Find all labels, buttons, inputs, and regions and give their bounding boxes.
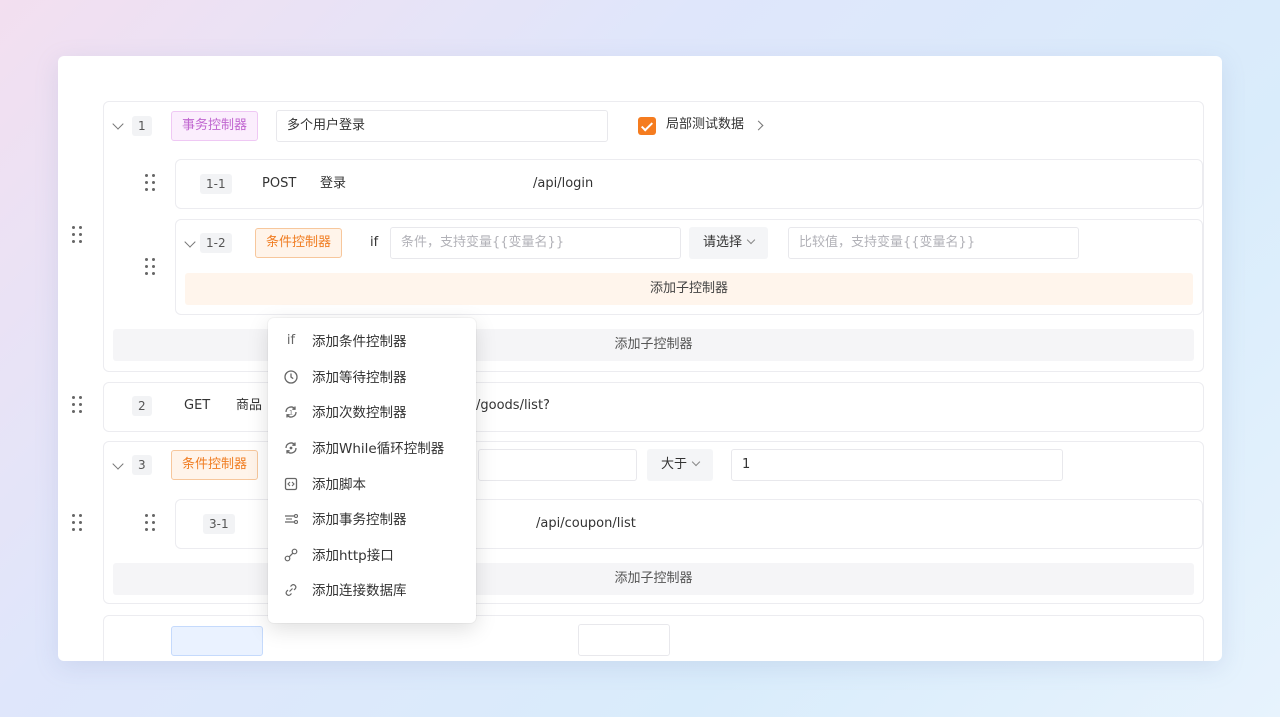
chevron-down-icon	[746, 235, 756, 245]
menu-item-label: 添加连接数据库	[312, 583, 407, 599]
menu-item-add-count[interactable]: 1 添加次数控制器	[268, 396, 476, 430]
api-name: 商品	[236, 398, 263, 413]
child-number: 3-1	[203, 514, 235, 534]
child-number: 1-2	[200, 233, 232, 253]
api-path: /goods/list?	[476, 398, 550, 413]
menu-item-label: 添加次数控制器	[312, 405, 407, 421]
controller-type-tag: 条件控制器	[171, 450, 259, 480]
operator-select[interactable]: 大于	[647, 449, 714, 481]
step-1-drag-handle[interactable]	[72, 226, 86, 246]
database-link-icon	[283, 582, 299, 598]
menu-item-label: 添加等待控制器	[312, 370, 407, 386]
menu-item-add-http[interactable]: 添加http接口	[268, 539, 476, 573]
code-icon	[283, 476, 299, 492]
http-method: POST	[262, 176, 297, 191]
repeat-count-icon: 1	[283, 404, 299, 420]
controller-type-tag: 事务控制器	[171, 111, 259, 141]
api-link-icon	[283, 547, 299, 563]
transaction-icon	[283, 511, 299, 527]
if-icon: if	[286, 333, 296, 348]
menu-item-add-transaction[interactable]: 添加事务控制器	[268, 503, 476, 537]
menu-item-label: 添加事务控制器	[312, 512, 407, 528]
api-path: /api/login	[533, 176, 594, 191]
controller-type-tag	[171, 626, 263, 656]
step-3-drag-handle[interactable]	[72, 514, 86, 534]
menu-item-add-while[interactable]: 添加While循环控制器	[268, 432, 476, 466]
condition-input[interactable]	[478, 449, 637, 481]
condition-input[interactable]: 条件，支持变量{{变量名}}	[390, 227, 681, 259]
menu-item-add-wait[interactable]: 添加等待控制器	[268, 361, 476, 395]
chevron-down-icon	[691, 457, 701, 467]
if-label: if	[370, 235, 379, 250]
menu-item-label: 添加http接口	[312, 548, 394, 564]
child-1-2-drag-handle[interactable]	[145, 258, 159, 278]
child-3-1-drag-handle[interactable]	[145, 514, 159, 534]
compare-value-input[interactable]: 比较值，支持变量{{变量名}}	[788, 227, 1079, 259]
menu-item-label: 添加条件控制器	[312, 334, 407, 350]
svg-text:1: 1	[289, 410, 293, 417]
operator-value: 大于	[661, 457, 688, 472]
menu-item-add-script[interactable]: 添加脚本	[268, 468, 476, 502]
menu-item-label: 添加While循环控制器	[312, 441, 445, 457]
menu-item-add-database[interactable]: 添加连接数据库	[268, 574, 476, 608]
controller-type-tag: 条件控制器	[255, 228, 343, 258]
step-number: 2	[132, 396, 152, 416]
local-data-checkbox[interactable]	[638, 117, 656, 135]
condition-input[interactable]	[578, 624, 670, 656]
child-number: 1-1	[200, 174, 232, 194]
operator-select[interactable]: 请选择	[689, 227, 769, 259]
menu-item-add-condition[interactable]: if 添加条件控制器	[268, 325, 476, 359]
http-method: GET	[184, 398, 211, 413]
add-controller-menu: if 添加条件控制器 添加等待控制器 1 添加次数控制器 添加While循环控制…	[268, 318, 476, 623]
operator-value: 请选择	[703, 235, 743, 250]
api-name: 登录	[320, 176, 347, 191]
add-child-controller-button[interactable]: 添加子控制器	[185, 273, 1193, 305]
menu-item-label: 添加脚本	[312, 477, 366, 493]
step-editor-card: 1 事务控制器 多个用户登录 局部测试数据 1-1 POST 登录 /api/l…	[58, 56, 1222, 661]
compare-value-input[interactable]: 1	[731, 449, 1063, 481]
clock-icon	[283, 369, 299, 385]
loop-icon	[283, 440, 299, 456]
local-data-label[interactable]: 局部测试数据	[666, 115, 744, 135]
api-path: /api/coupon/list	[536, 516, 636, 531]
step-number: 1	[132, 116, 152, 136]
step-2-drag-handle[interactable]	[72, 396, 86, 416]
child-1-1-drag-handle[interactable]	[145, 174, 159, 194]
step-number: 3	[132, 455, 152, 475]
step-name-input[interactable]: 多个用户登录	[276, 110, 608, 142]
